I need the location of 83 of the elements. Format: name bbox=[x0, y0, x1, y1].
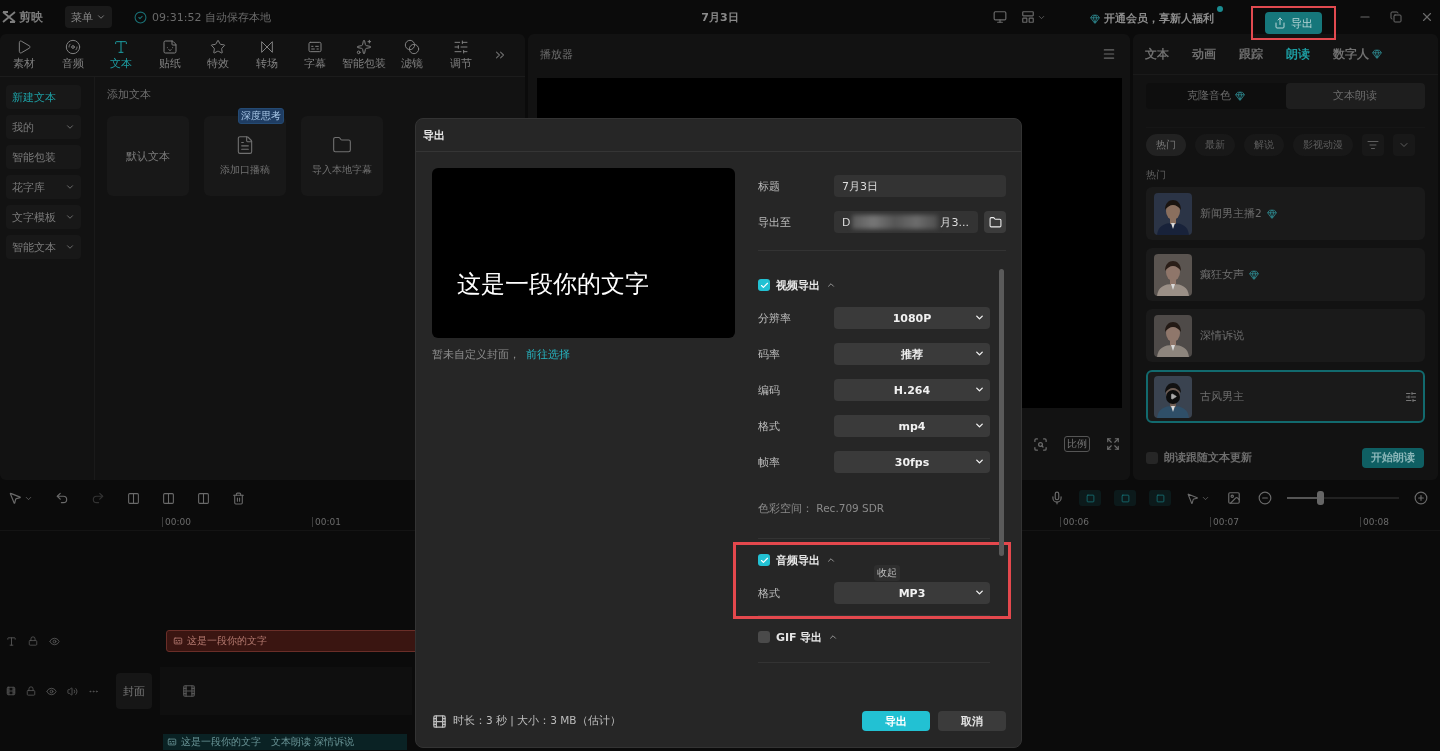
voice-card[interactable]: 深情诉说 bbox=[1146, 309, 1425, 362]
dropdown[interactable]: 1080P bbox=[834, 307, 990, 329]
sidebar-item[interactable]: 我的 bbox=[6, 115, 81, 139]
field-label: 编码 bbox=[758, 382, 781, 398]
sidebar-item[interactable]: 新建文本 bbox=[6, 85, 81, 109]
media-tab[interactable]: 音频 bbox=[48, 39, 97, 71]
app-logo: 剪映 bbox=[2, 8, 43, 26]
cover-button[interactable]: 封面 bbox=[116, 673, 152, 709]
field-label: 帧率 bbox=[758, 454, 781, 470]
media-tab[interactable]: 贴纸 bbox=[145, 39, 194, 71]
field-label: 格式 bbox=[758, 585, 781, 601]
clip-tags: 文本朗读 深情诉说 bbox=[271, 735, 355, 749]
inspector-tab[interactable]: 朗读 bbox=[1286, 46, 1310, 62]
clip-label: 这是一段你的文字 bbox=[187, 634, 267, 648]
cancel-button[interactable]: 取消 bbox=[938, 711, 1006, 731]
color-space-note: 色彩空间： Rec.709 SDR bbox=[758, 501, 886, 516]
dropdown[interactable]: 推荐 bbox=[834, 343, 990, 365]
dialog-title: 导出 bbox=[423, 127, 445, 143]
time-tick: 00:00 bbox=[162, 517, 312, 527]
section-heading: 添加文本 bbox=[107, 87, 152, 102]
media-tab[interactable]: 素材 bbox=[0, 39, 49, 71]
filter-chip[interactable]: 热门 bbox=[1146, 134, 1186, 156]
media-tab[interactable]: 文本 bbox=[97, 39, 146, 71]
text-template-card[interactable]: 导入本地字幕 bbox=[301, 116, 383, 196]
sidebar-item[interactable]: 文字模板 bbox=[6, 205, 81, 229]
filter-chip[interactable]: 解说 bbox=[1244, 134, 1284, 156]
inspector-tab[interactable]: 动画 bbox=[1192, 46, 1216, 62]
project-title: 7月3日 bbox=[701, 10, 739, 25]
dropdown[interactable]: mp4 bbox=[834, 415, 990, 437]
sidebar-item[interactable]: 智能包装 bbox=[6, 145, 81, 169]
tooltip: 收起 bbox=[874, 565, 900, 581]
text-template-card[interactable]: 默认文本 bbox=[107, 116, 189, 196]
preview-text: 这是一段你的文字 bbox=[457, 269, 649, 300]
start-reading-button[interactable]: 开始朗读 bbox=[1362, 448, 1424, 468]
sidebar-item[interactable]: 智能文本 bbox=[6, 235, 81, 259]
mode-tab[interactable]: 克隆音色 bbox=[1146, 83, 1286, 109]
title-field[interactable]: 7月3日 bbox=[834, 175, 1006, 197]
path-field[interactable]: D 月3... bbox=[834, 211, 978, 233]
vip-offer-link[interactable]: 开通会员，享新人福利 bbox=[1088, 6, 1223, 28]
field-label: 格式 bbox=[758, 418, 781, 434]
summary-text: 时长：3 秒 | 大小：3 MB（估计） bbox=[453, 714, 621, 728]
menu-button[interactable]: 菜单 bbox=[65, 6, 112, 28]
media-tab[interactable]: 智能包装 bbox=[339, 39, 388, 71]
media-tab[interactable]: 特效 bbox=[194, 39, 243, 71]
time-tick: 00:06 bbox=[1060, 517, 1210, 527]
dropdown[interactable]: H.264 bbox=[834, 379, 990, 401]
dropdown[interactable]: 30fps bbox=[834, 451, 990, 473]
mode-tab[interactable]: 文本朗读 bbox=[1285, 83, 1425, 109]
inspector-tab[interactable]: 文本 bbox=[1145, 46, 1169, 62]
panel-title: 播放器 bbox=[540, 46, 573, 62]
cover-note: 暂未自定义封面， 前往选择 bbox=[432, 348, 571, 362]
clip-label: 这是一段你的文字 bbox=[181, 735, 261, 749]
feature-badge: 深度思考 bbox=[238, 108, 284, 124]
media-tab[interactable]: 滤镜 bbox=[388, 39, 437, 71]
section-title: 视频导出 bbox=[776, 277, 820, 293]
field-label: 标题 bbox=[758, 178, 781, 194]
section-title: 音频导出 bbox=[776, 552, 820, 568]
time-tick: 00:08 bbox=[1360, 517, 1440, 527]
inspector-tab[interactable]: 跟踪 bbox=[1239, 46, 1263, 62]
choose-cover-link[interactable]: 前往选择 bbox=[526, 348, 570, 360]
export-button[interactable]: 导出 bbox=[1265, 12, 1322, 34]
autosave-status: 09:31:52 自动保存本地 bbox=[134, 9, 271, 25]
voice-card[interactable]: 新闻男主播2 bbox=[1146, 187, 1425, 240]
field-label: 码率 bbox=[758, 346, 781, 362]
voice-name: 癫狂女声 bbox=[1200, 267, 1244, 282]
voice-card[interactable]: 古风男主 bbox=[1146, 370, 1425, 423]
inspector-tab[interactable]: 数字人 bbox=[1333, 46, 1382, 62]
field-label: 分辨率 bbox=[758, 310, 792, 326]
filter-chip[interactable]: 最新 bbox=[1195, 134, 1235, 156]
sidebar-item[interactable]: 花字库 bbox=[6, 175, 81, 199]
ratio-button[interactable]: 比例 bbox=[1064, 436, 1090, 452]
media-tab[interactable]: 字幕 bbox=[291, 39, 340, 71]
voice-name: 深情诉说 bbox=[1200, 328, 1244, 343]
voice-name: 古风男主 bbox=[1200, 389, 1244, 404]
section-title: GIF 导出 bbox=[776, 629, 823, 645]
section-label: 热门 bbox=[1146, 168, 1167, 182]
media-tab[interactable]: 调节 bbox=[436, 39, 485, 71]
time-tick: 00:07 bbox=[1210, 517, 1360, 527]
voice-card[interactable]: 癫狂女声 bbox=[1146, 248, 1425, 301]
media-tab[interactable]: 转场 bbox=[242, 39, 291, 71]
follow-text-checkbox[interactable]: 朗读跟随文本更新 bbox=[1146, 451, 1252, 465]
voice-name: 新闻男主播2 bbox=[1200, 206, 1262, 221]
field-label: 导出至 bbox=[758, 214, 792, 230]
